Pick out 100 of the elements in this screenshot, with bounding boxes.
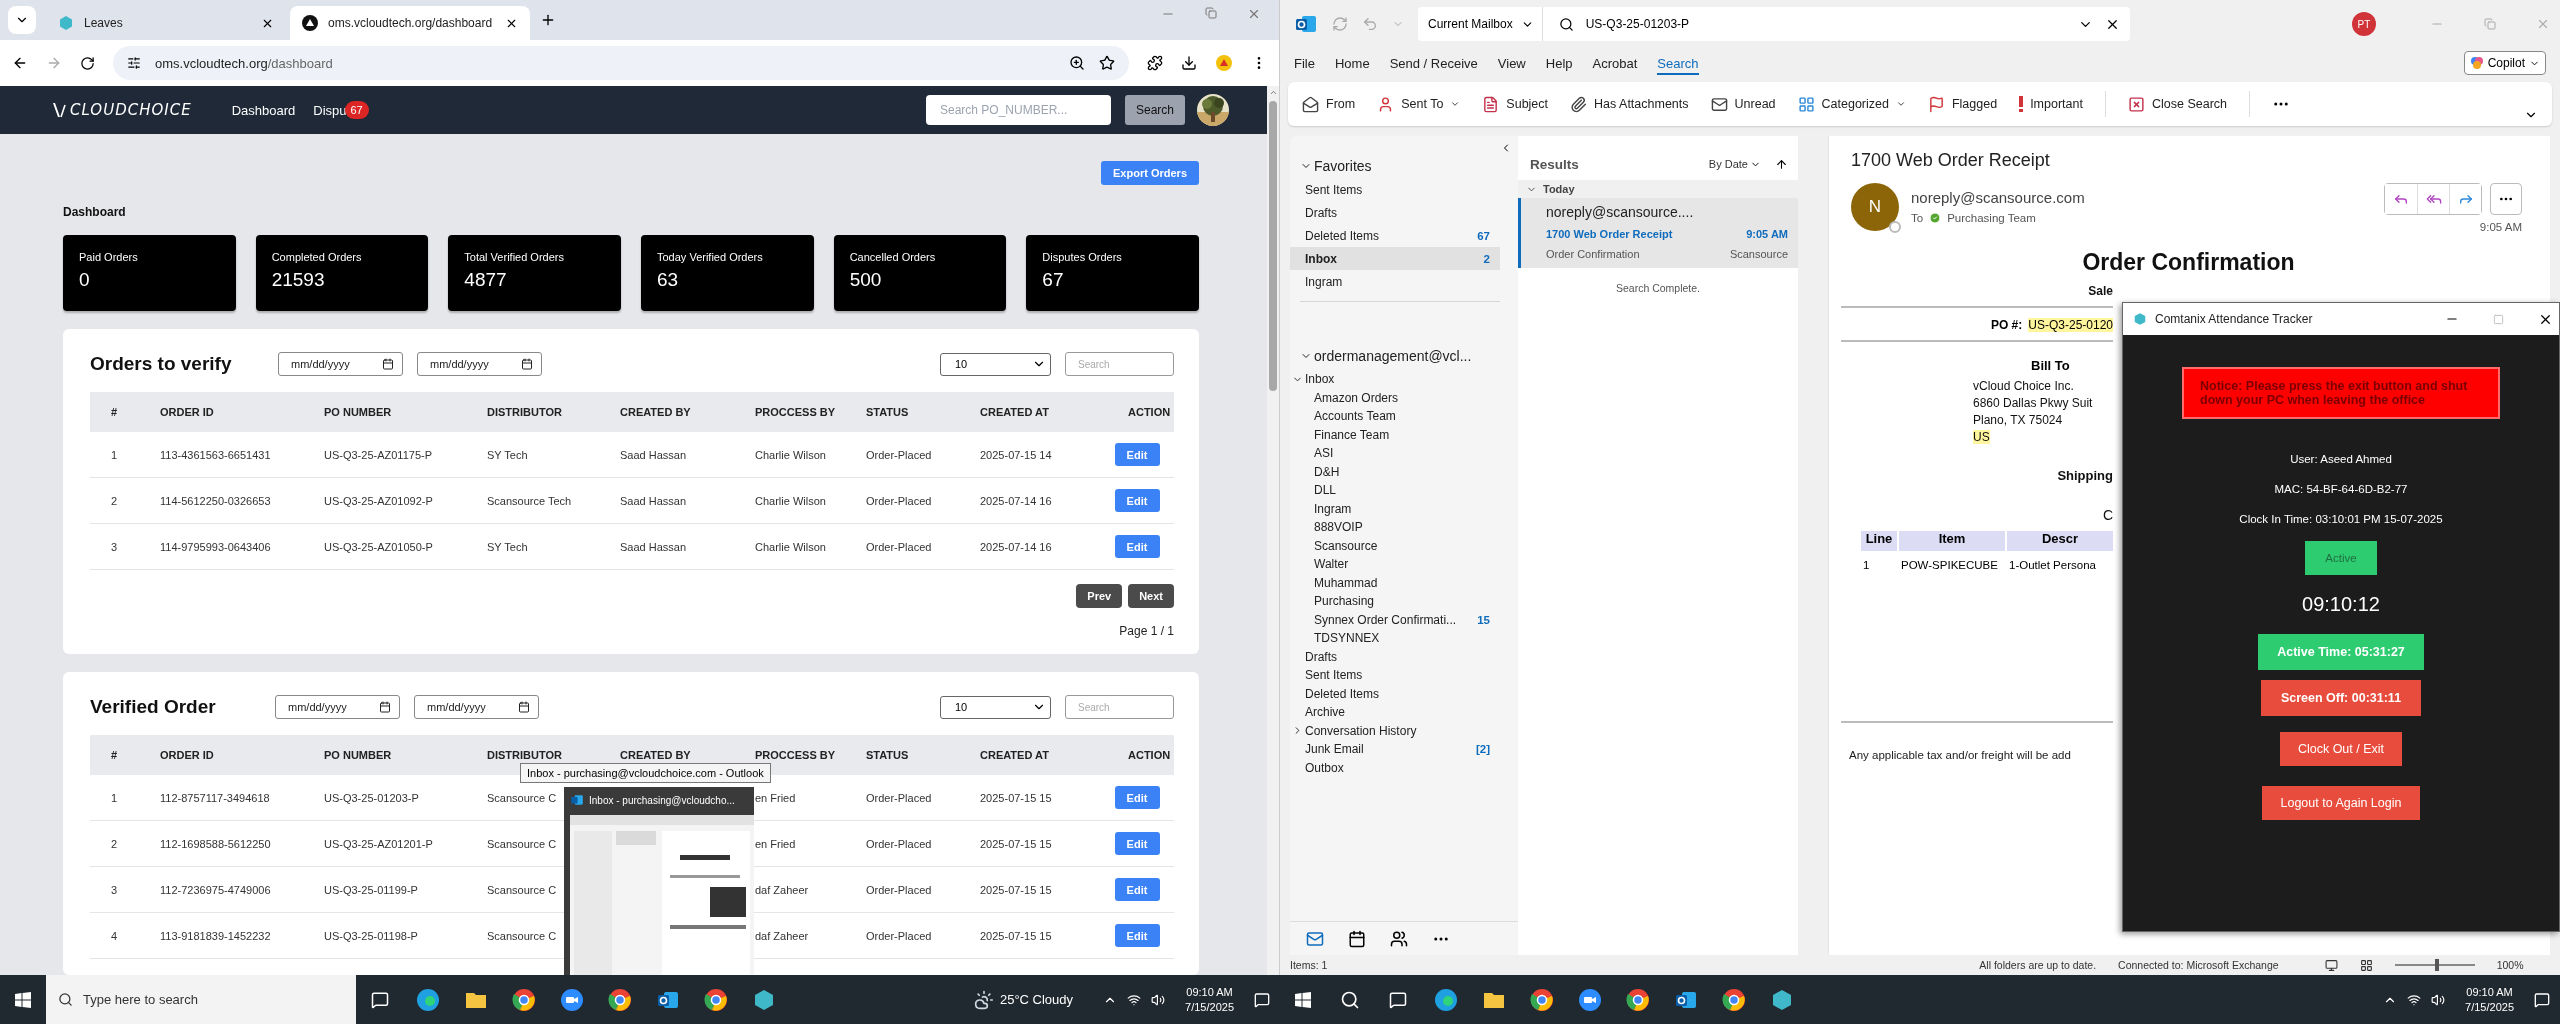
network-icon[interactable] xyxy=(1127,992,1142,1007)
folder-item[interactable]: TDSYNNEX xyxy=(1290,629,1500,648)
notifications-icon[interactable] xyxy=(1254,991,1270,1008)
video-icon[interactable] xyxy=(1578,987,1602,1012)
menu-tab[interactable]: Search xyxy=(1657,51,1699,75)
folder-item[interactable]: Inbox xyxy=(1290,370,1500,389)
folder-item[interactable]: Muhammad xyxy=(1290,573,1500,592)
prev-button[interactable]: Prev xyxy=(1076,584,1123,608)
folder-item[interactable]: Sent Items xyxy=(1290,178,1500,201)
browser-icon[interactable] xyxy=(1434,987,1458,1012)
next-button[interactable]: Next xyxy=(1128,584,1174,608)
ribbon-button[interactable]: Unread xyxy=(1710,95,1776,113)
folder-item[interactable]: Amazon Orders xyxy=(1290,388,1500,407)
forward-button[interactable] xyxy=(2449,184,2481,214)
browser-icon[interactable] xyxy=(608,987,632,1012)
calendar-icon[interactable] xyxy=(1348,929,1366,948)
edit-button[interactable]: Edit xyxy=(1114,489,1160,512)
zoom-icon[interactable] xyxy=(1069,55,1085,71)
ribbon-button[interactable]: Categorized xyxy=(1797,95,1906,113)
taskbar-clock[interactable]: 09:10 AM 7/15/2025 xyxy=(1185,984,1234,1015)
folder-item[interactable]: Outbox xyxy=(1290,758,1500,777)
ribbon-button[interactable]: Has Attachments xyxy=(1570,95,1689,113)
date-field[interactable]: mm/dd/yyyy xyxy=(278,352,403,376)
browser-icon[interactable] xyxy=(416,987,440,1012)
edit-button[interactable]: Edit xyxy=(1114,832,1160,855)
date-field[interactable]: mm/dd/yyyy xyxy=(417,352,542,376)
scroll-thumb[interactable] xyxy=(1269,101,1277,391)
address-bar[interactable]: oms.vcloudtech.org/dashboard xyxy=(113,46,1129,80)
edit-button[interactable]: Edit xyxy=(1114,878,1160,901)
new-tab-icon[interactable] xyxy=(540,12,556,28)
download-icon[interactable] xyxy=(1181,55,1197,71)
folder-item[interactable]: Junk Email [2] xyxy=(1290,740,1500,759)
browser-tab[interactable]: Leaves xyxy=(46,6,286,40)
folder-item[interactable]: Walter xyxy=(1290,555,1500,574)
taskbar-search[interactable]: Type here to search xyxy=(46,975,356,1024)
browser-icon[interactable] xyxy=(1626,987,1650,1012)
scroll-up-icon[interactable] xyxy=(1268,88,1278,97)
search-field[interactable]: Search xyxy=(1065,695,1174,719)
edit-button[interactable]: Edit xyxy=(1114,535,1160,558)
sort-dropdown[interactable]: By Date xyxy=(1708,158,1748,170)
menu-tab[interactable]: Send / Receive xyxy=(1389,51,1478,75)
clock-out-button[interactable]: Clock Out / Exit xyxy=(2280,732,2402,766)
extension-icon[interactable] xyxy=(1215,54,1233,72)
star-icon[interactable] xyxy=(1099,55,1115,71)
windows-icon[interactable] xyxy=(15,991,31,1008)
network-icon[interactable] xyxy=(2407,992,2422,1007)
zoom-thumb[interactable] xyxy=(2434,959,2439,971)
taskbar-clock[interactable]: 09:10 AM 7/15/2025 xyxy=(2465,984,2514,1015)
folder-item[interactable]: Inbox 2 xyxy=(1290,247,1500,270)
extensions-icon[interactable] xyxy=(1147,55,1163,71)
folder-item[interactable]: Ingram xyxy=(1290,499,1500,518)
browser-icon[interactable] xyxy=(704,987,728,1012)
folder-item[interactable]: Accounts Team xyxy=(1290,407,1500,426)
browser-icon[interactable] xyxy=(1722,987,1746,1012)
edit-button[interactable]: Edit xyxy=(1114,443,1160,466)
logout-button[interactable]: Logout to Again Login xyxy=(2262,786,2420,820)
folder-item[interactable]: ASI xyxy=(1290,444,1500,463)
menu-tab[interactable]: Help xyxy=(1545,51,1573,75)
ribbon-button[interactable]: From xyxy=(1302,95,1356,113)
nav-link[interactable]: Dispu xyxy=(313,102,347,118)
sort-direction-icon[interactable] xyxy=(1775,157,1788,171)
export-button[interactable]: Export Orders xyxy=(1101,161,1199,185)
page-size-select[interactable]: 10 xyxy=(940,695,1051,719)
normal-view-icon[interactable] xyxy=(2324,958,2338,972)
ribbon-button[interactable]: Important xyxy=(2019,96,2083,112)
menu-tab[interactable]: Acrobat xyxy=(1592,51,1638,75)
edit-button[interactable]: Edit xyxy=(1114,924,1160,947)
nav-link[interactable]: Dashboard xyxy=(231,102,296,118)
browser-tab[interactable]: oms.vcloudtech.org/dashboard xyxy=(290,6,530,40)
search-field[interactable]: Search PO_NUMBER... xyxy=(925,95,1111,125)
folder-item[interactable]: Synnex Order Confirmati... 15 xyxy=(1290,610,1500,629)
task-view-icon[interactable] xyxy=(371,990,389,1009)
folder-item[interactable]: D&H xyxy=(1290,462,1500,481)
folder-item[interactable]: Scansource xyxy=(1290,536,1500,555)
edit-button[interactable]: Edit xyxy=(1114,786,1160,809)
date-field[interactable]: mm/dd/yyyy xyxy=(414,695,539,719)
folder-item[interactable]: Finance Team xyxy=(1290,425,1500,444)
browser-icon[interactable] xyxy=(512,987,536,1012)
mail-icon[interactable] xyxy=(1306,929,1324,948)
folder-item[interactable]: Deleted Items xyxy=(1290,684,1500,703)
volume-icon[interactable] xyxy=(2431,992,2446,1007)
folder-item[interactable]: Ingram xyxy=(1290,270,1500,293)
people-icon[interactable] xyxy=(1390,929,1408,948)
folder-item[interactable]: Deleted Items 67 xyxy=(1290,224,1500,247)
volume-icon[interactable] xyxy=(1151,992,1166,1007)
search-button[interactable]: Search xyxy=(1124,95,1185,125)
search-icon[interactable] xyxy=(1340,989,1360,1010)
video-icon[interactable] xyxy=(560,987,584,1012)
scope-dropdown[interactable]: Current Mailbox xyxy=(1418,7,1542,41)
menu-tab[interactable]: File xyxy=(1294,51,1315,75)
folder-item[interactable]: Conversation History xyxy=(1290,721,1500,740)
search-field[interactable]: US-Q3-25-01203-P xyxy=(1541,7,2130,41)
folder-item[interactable]: Drafts xyxy=(1290,201,1500,224)
account-avatar[interactable]: PT xyxy=(2352,12,2376,36)
folder-item[interactable]: Archive xyxy=(1290,703,1500,722)
browser-icon[interactable] xyxy=(1530,987,1554,1012)
page-size-select[interactable]: 10 xyxy=(940,352,1051,376)
reload-icon[interactable] xyxy=(80,55,95,71)
notifications-icon[interactable] xyxy=(2534,991,2550,1008)
folder-item[interactable]: 888VOIP xyxy=(1290,518,1500,537)
